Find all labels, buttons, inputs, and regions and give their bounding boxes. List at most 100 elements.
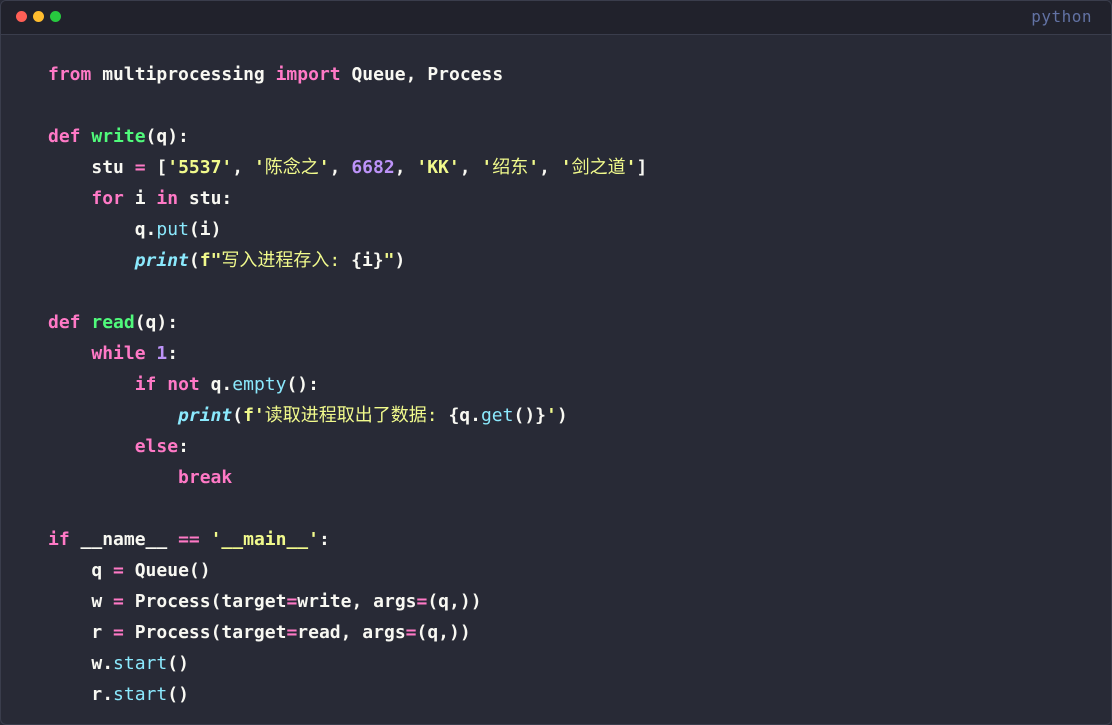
code-token: (i) — [188, 219, 222, 240]
code-line-13: else: — [48, 431, 647, 462]
fstring-expression: {q. — [448, 405, 481, 426]
number-literal: 6682 — [351, 157, 395, 178]
string-literal: '5537' — [167, 157, 233, 178]
code-token: (q,)) — [416, 622, 471, 643]
code-line-9: def read(q): — [48, 307, 647, 338]
close-icon[interactable] — [16, 11, 27, 22]
code-token: ( — [188, 250, 200, 271]
maximize-icon[interactable] — [50, 11, 61, 22]
code-token: () — [167, 684, 189, 705]
code-token: ' — [560, 157, 572, 178]
keyword-break: break — [178, 467, 233, 488]
function-name: write — [91, 126, 146, 147]
code-token: ' — [481, 157, 493, 178]
code-line-5: for i in stu: — [48, 183, 647, 214]
code-token: ( — [232, 405, 244, 426]
code-token: ' — [528, 157, 540, 178]
code-line-1: from multiprocessing import Queue, Proce… — [48, 59, 647, 90]
keyword-def: def — [48, 312, 81, 333]
code-token: () — [167, 653, 189, 674]
code-line-18: w = Process(target=write, args=(q,)) — [48, 586, 647, 617]
code-line-21: r.start() — [48, 679, 647, 710]
code-token: Process(target — [134, 591, 287, 612]
variable: w — [91, 591, 103, 612]
keyword-not: not — [167, 374, 200, 395]
code-line-11: if not q.empty(): — [48, 369, 647, 400]
code-line-3: def write(q): — [48, 121, 647, 152]
function-params: (q): — [145, 126, 189, 147]
code-token: , — [232, 157, 254, 178]
variable: stu — [91, 157, 124, 178]
language-label: python — [1031, 7, 1092, 26]
code-token: : — [318, 529, 330, 550]
code-token: = — [405, 622, 417, 643]
window-controls — [16, 11, 61, 22]
code-token: ' — [253, 157, 265, 178]
function-params: (q): — [134, 312, 179, 333]
operator: = — [102, 622, 135, 643]
code-token: f" — [199, 250, 222, 271]
method-call: put — [156, 219, 189, 240]
code-token: : — [167, 343, 179, 364]
method-call: get — [480, 405, 514, 426]
keyword-if: if — [48, 529, 70, 550]
code-token: __name__ — [69, 529, 179, 550]
function-name: read — [91, 312, 135, 333]
code-token: r. — [91, 684, 114, 705]
number-literal: 1 — [156, 343, 168, 364]
operator: == — [178, 529, 200, 550]
variable: r — [91, 622, 103, 643]
code-line-6: q.put(i) — [48, 214, 647, 245]
keyword-def: def — [48, 126, 81, 147]
code-line-16: if __name__ == '__main__': — [48, 524, 647, 555]
code-line-14: break — [48, 462, 647, 493]
keyword-for: for — [91, 188, 124, 209]
code-token: = — [286, 622, 298, 643]
code-token: = — [286, 591, 298, 612]
string-literal: 绍东 — [492, 157, 529, 178]
string-literal: 写入进程存入: — [221, 250, 352, 271]
code-token: q. — [199, 374, 233, 395]
code-token: ' — [625, 157, 637, 178]
code-token: ) — [394, 250, 406, 271]
keyword-in: in — [156, 188, 179, 209]
code-line-12: print(f'读取进程取出了数据: {q.get()}') — [48, 400, 647, 431]
code-token: ' — [318, 157, 330, 178]
code-token: q. — [134, 219, 157, 240]
code-block[interactable]: from multiprocessing import Queue, Proce… — [48, 59, 647, 710]
code-token: Queue() — [134, 560, 211, 581]
code-token: , — [459, 157, 482, 178]
code-token: ' — [546, 405, 557, 426]
operator: = — [102, 560, 135, 581]
import-names: Queue, Process — [340, 64, 504, 85]
keyword-from: from — [48, 64, 92, 85]
string-literal: 陈念之 — [264, 157, 319, 178]
window-titlebar: python — [1, 1, 1111, 35]
code-token: f' — [243, 405, 265, 426]
method-call: start — [113, 653, 168, 674]
builtin-print: print — [134, 250, 189, 271]
operator: = — [123, 157, 157, 178]
module-name: multiprocessing — [91, 64, 276, 85]
keyword-if: if — [134, 374, 157, 395]
code-line-7: print(f"写入进程存入: {i}") — [48, 245, 647, 276]
code-token: (q,)) — [427, 591, 482, 612]
minimize-icon[interactable] — [33, 11, 44, 22]
code-line-20: w.start() — [48, 648, 647, 679]
string-literal: 剑之道 — [571, 157, 626, 178]
